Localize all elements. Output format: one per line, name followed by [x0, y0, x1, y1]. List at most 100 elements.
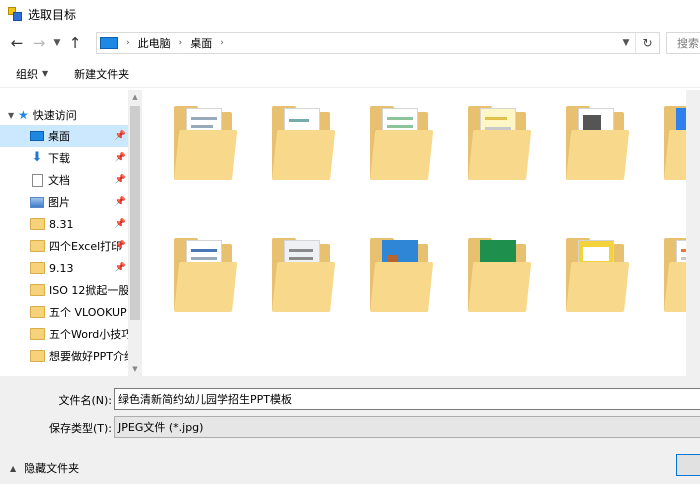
sidebar-item-documents[interactable]: 文档 📌: [0, 169, 128, 191]
breadcrumb-separator-icon[interactable]: ›: [220, 38, 224, 48]
star-icon: ★: [18, 108, 29, 122]
forward-arrow-icon[interactable]: →: [28, 32, 50, 54]
sidebar-item-label: ISO 12掀起一股: [49, 284, 128, 297]
pin-icon: 📌: [114, 241, 126, 251]
sidebar-item-label: 桌面: [48, 130, 70, 143]
pin-icon: 📌: [114, 153, 126, 163]
confirm-button[interactable]: [676, 454, 700, 476]
pin-icon: 📌: [114, 219, 126, 229]
computer-icon: [100, 37, 118, 49]
folder-item[interactable]: [458, 228, 536, 348]
folder-icon: [30, 218, 45, 230]
folder-icon: [174, 236, 238, 312]
breadcrumb-desktop[interactable]: 桌面: [190, 35, 212, 51]
new-folder-label: 新建文件夹: [74, 67, 130, 81]
filename-input[interactable]: 绿色清新简约幼儿园学招生PPT模板: [114, 388, 700, 410]
folder-item[interactable]: [556, 228, 634, 348]
new-folder-button[interactable]: 新建文件夹: [74, 66, 129, 82]
folder-icon: [30, 240, 45, 252]
folder-icon: [272, 236, 336, 312]
filename-label: 文件名(N):: [58, 394, 112, 407]
folder-icon: [370, 236, 434, 312]
filetype-label: 保存类型(T):: [48, 422, 112, 435]
folder-item[interactable]: [262, 228, 340, 348]
sidebar-item-folder[interactable]: 五个 VLOOKUP: [0, 301, 128, 323]
folder-icon: [174, 104, 238, 180]
scroll-up-icon[interactable]: ▲: [128, 90, 142, 104]
window-title: 选取目标: [28, 7, 77, 22]
chevron-down-icon[interactable]: ▼: [8, 111, 18, 120]
sidebar-item-label: 8.31: [49, 217, 74, 231]
save-options-panel: 文件名(N): 绿色清新简约幼儿园学招生PPT模板 保存类型(T): JPEG文…: [0, 376, 700, 484]
quick-access-header[interactable]: ▼ ★ 快速访问: [0, 105, 77, 125]
organize-button[interactable]: 组织 ▼: [16, 66, 48, 82]
quick-access-label: 快速访问: [32, 109, 77, 122]
caret-down-icon: ▼: [42, 69, 49, 78]
address-dropdown-icon[interactable]: ▼: [619, 33, 633, 53]
file-list-scrollbar[interactable]: [686, 90, 700, 376]
sidebar-item-label: 四个Excel打印: [49, 240, 123, 253]
filetype-select[interactable]: JPEG文件 (*.jpg): [114, 416, 700, 438]
sidebar-scrollbar[interactable]: ▲ ▼: [128, 90, 142, 376]
up-arrow-icon[interactable]: ↑: [64, 32, 86, 54]
folder-icon: [566, 104, 630, 180]
sidebar-item-label: 五个 VLOOKUP: [49, 306, 127, 319]
title-bar: 选取目标: [0, 0, 700, 28]
search-input[interactable]: 搜索: [666, 32, 700, 54]
folder-icon: [566, 236, 630, 312]
sidebar-item-pictures[interactable]: 图片 📌: [0, 191, 128, 213]
folder-item[interactable]: [360, 228, 438, 348]
folder-icon: [30, 284, 45, 296]
breadcrumb-this-pc[interactable]: 此电脑: [138, 35, 171, 51]
sidebar-item-folder[interactable]: ISO 12掀起一股: [0, 279, 128, 301]
hide-folders-label: 隐藏文件夹: [24, 462, 80, 475]
hide-folders-button[interactable]: ▲ 隐藏文件夹: [10, 460, 79, 476]
document-icon: [32, 173, 43, 187]
back-arrow-icon[interactable]: ←: [6, 32, 28, 54]
sidebar-item-folder[interactable]: 五个Word小技巧: [0, 323, 128, 345]
sidebar-item-folder[interactable]: 8.31 📌: [0, 213, 128, 235]
sidebar-item-folder[interactable]: 四个Excel打印 📌: [0, 235, 128, 257]
sidebar-item-folder[interactable]: 9.13 📌: [0, 257, 128, 279]
sidebar-item-label: 图片: [48, 196, 70, 209]
folder-item[interactable]: [458, 96, 536, 216]
picture-icon: [30, 196, 44, 208]
desktop-icon: [30, 131, 44, 141]
scroll-down-icon[interactable]: ▼: [128, 362, 142, 376]
pin-icon: 📌: [114, 131, 126, 141]
folder-icon: [30, 328, 45, 340]
sidebar-item-downloads[interactable]: ⬇ 下载 📌: [0, 147, 128, 169]
file-list: [142, 90, 700, 376]
pin-icon: 📌: [114, 197, 126, 207]
pin-icon: 📌: [114, 175, 126, 185]
sidebar-item-desktop[interactable]: 桌面 📌: [0, 125, 128, 147]
sidebar-item-folder[interactable]: 想要做好PPT介绍: [0, 345, 128, 367]
folder-icon: [272, 104, 336, 180]
folder-item[interactable]: [164, 228, 242, 348]
sidebar-item-label: 9.13: [49, 261, 74, 275]
folder-item[interactable]: [360, 96, 438, 216]
breadcrumb-separator-icon[interactable]: ›: [179, 38, 183, 48]
organize-label: 组织: [16, 67, 38, 81]
folder-item[interactable]: [164, 96, 242, 216]
sidebar-item-label: 五个Word小技巧: [49, 328, 128, 341]
navigation-pane: ▼ ★ 快速访问 桌面 📌 ⬇ 下载 📌 文档 📌 图片 📌 8.31 📌 四个…: [0, 90, 142, 376]
breadcrumb-separator-icon[interactable]: ›: [126, 38, 130, 48]
folder-icon: [468, 104, 532, 180]
app-icon: [8, 7, 22, 21]
sidebar-item-label: 下载: [48, 152, 70, 165]
download-icon: ⬇: [31, 150, 43, 165]
folder-icon: [30, 262, 45, 274]
address-bar[interactable]: › 此电脑 › 桌面 › ▼ ↻: [96, 32, 660, 54]
folder-icon: [30, 350, 45, 362]
navigation-row: ← → ▼ ↑ › 此电脑 › 桌面 › ▼ ↻ 搜索: [0, 28, 700, 58]
folder-icon: [30, 306, 45, 318]
sidebar-item-label: 想要做好PPT介绍: [49, 350, 128, 363]
scrollbar-thumb[interactable]: [130, 106, 140, 320]
sidebar-item-label: 文档: [48, 174, 70, 187]
refresh-icon[interactable]: ↻: [635, 33, 659, 53]
folder-item[interactable]: [556, 96, 634, 216]
pin-icon: 📌: [114, 263, 126, 273]
chevron-down-icon[interactable]: ▼: [50, 32, 64, 54]
folder-item[interactable]: [262, 96, 340, 216]
